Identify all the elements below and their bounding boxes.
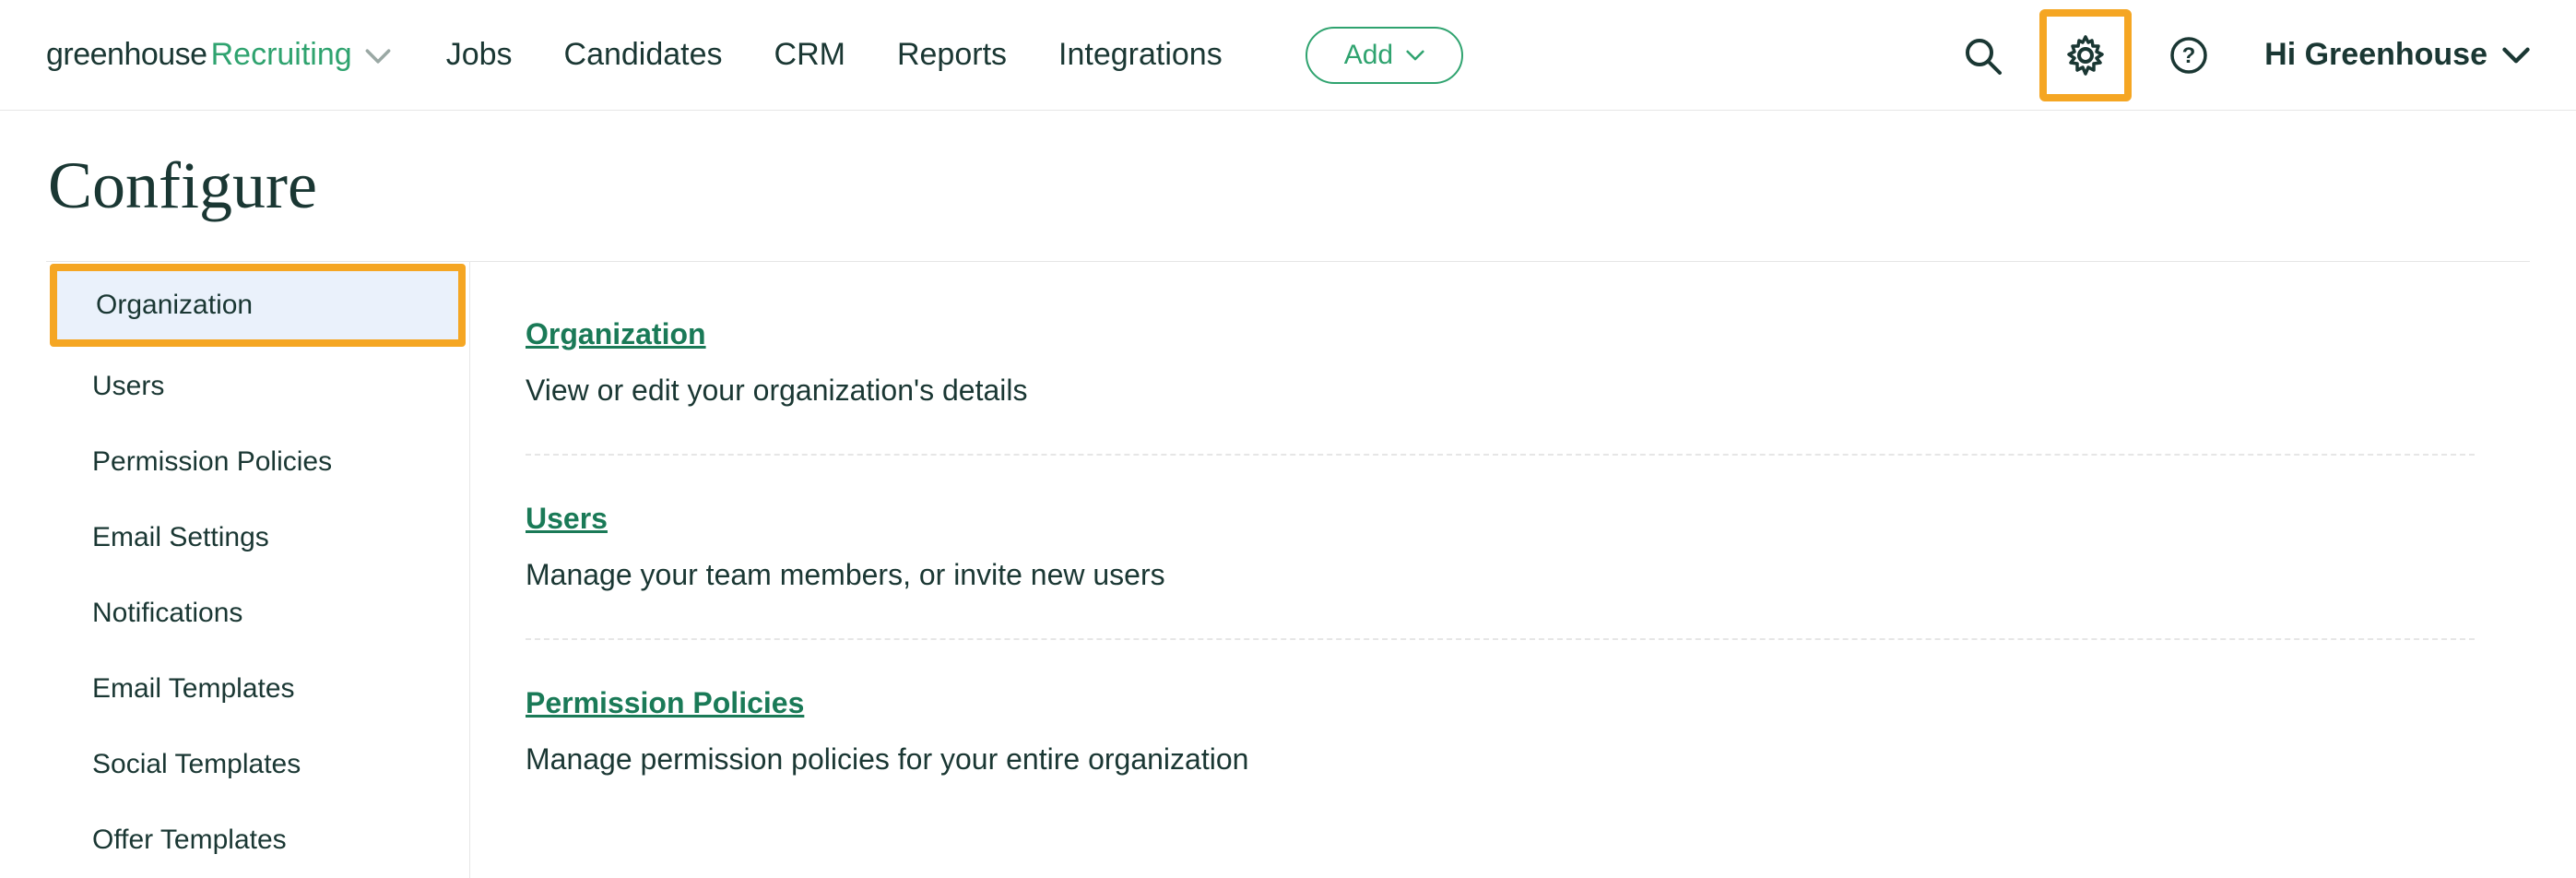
logo-text-2: Recruiting (211, 37, 352, 73)
sidebar-item-label: Users (92, 371, 164, 401)
nav-jobs[interactable]: Jobs (446, 37, 513, 73)
nav-links: Jobs Candidates CRM Reports Integrations (446, 37, 1223, 73)
help-icon[interactable]: ? (2163, 30, 2215, 81)
sidebar-item-label: Notifications (92, 598, 242, 628)
sidebar-item-notifications[interactable]: Notifications (46, 575, 469, 651)
sidebar-item-label: Email Templates (92, 673, 295, 704)
nav-integrations[interactable]: Integrations (1058, 37, 1223, 73)
section-organization: Organization View or edit your organizat… (526, 317, 2475, 456)
section-link-permission-policies[interactable]: Permission Policies (526, 686, 804, 720)
nav-crm[interactable]: CRM (774, 37, 845, 73)
user-menu[interactable]: Hi Greenhouse (2264, 37, 2530, 73)
sidebar-item-users[interactable]: Users (46, 349, 469, 424)
section-desc: Manage your team members, or invite new … (526, 558, 2475, 592)
gear-icon[interactable] (2060, 30, 2111, 81)
section-desc: View or edit your organization's details (526, 374, 2475, 408)
content: Organization Users Permission Policies E… (46, 261, 2530, 878)
sidebar-item-email-settings[interactable]: Email Settings (46, 500, 469, 575)
sidebar-item-permission-policies[interactable]: Permission Policies (46, 424, 469, 500)
sidebar-item-label: Email Settings (92, 522, 269, 552)
sidebar: Organization Users Permission Policies E… (46, 262, 470, 878)
section-desc: Manage permission policies for your enti… (526, 742, 2475, 777)
search-icon[interactable] (1956, 30, 2008, 81)
sidebar-item-offer-templates[interactable]: Offer Templates (46, 802, 469, 878)
settings-highlight (2039, 9, 2132, 101)
section-users: Users Manage your team members, or invit… (526, 502, 2475, 640)
sidebar-item-email-templates[interactable]: Email Templates (46, 651, 469, 727)
sidebar-item-label: Offer Templates (92, 825, 287, 855)
sidebar-item-social-templates[interactable]: Social Templates (46, 727, 469, 802)
nav-reports[interactable]: Reports (897, 37, 1007, 73)
logo[interactable]: greenhouse Recruiting (46, 37, 391, 73)
sidebar-item-organization[interactable]: Organization (57, 271, 458, 339)
chevron-down-icon (1406, 50, 1424, 61)
main-panel: Organization View or edit your organizat… (470, 262, 2530, 878)
add-button-label: Add (1344, 40, 1393, 71)
sidebar-item-label: Permission Policies (92, 446, 332, 477)
svg-text:?: ? (2182, 43, 2196, 68)
nav-candidates[interactable]: Candidates (564, 37, 723, 73)
section-permission-policies: Permission Policies Manage permission po… (526, 686, 2475, 823)
user-greeting-label: Hi Greenhouse (2264, 37, 2487, 73)
sidebar-highlight: Organization (50, 264, 466, 347)
topnav-right: ? Hi Greenhouse (1956, 9, 2530, 101)
chevron-down-icon (2502, 47, 2530, 64)
logo-text-1: greenhouse (46, 37, 207, 73)
top-nav: greenhouse Recruiting Jobs Candidates CR… (0, 0, 2576, 111)
chevron-down-icon[interactable] (365, 48, 391, 65)
sidebar-item-label: Social Templates (92, 749, 301, 779)
section-link-users[interactable]: Users (526, 502, 608, 536)
sidebar-item-label: Organization (96, 290, 253, 320)
add-button[interactable]: Add (1306, 27, 1463, 84)
section-link-organization[interactable]: Organization (526, 317, 706, 351)
page-title: Configure (0, 111, 2576, 261)
